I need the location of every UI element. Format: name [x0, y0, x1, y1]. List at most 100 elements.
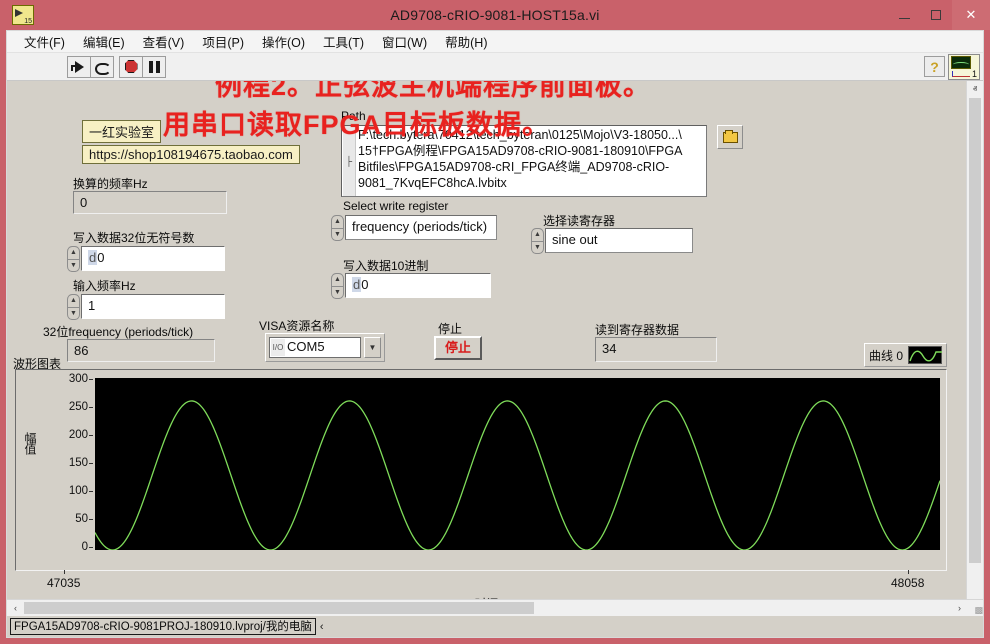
register-read-data-indicator: 34 — [595, 337, 717, 362]
vi-connector-icon[interactable]: 1 — [948, 54, 980, 80]
client-area: 文件(F) 编辑(E) 查看(V) 项目(P) 操作(O) 工具(T) 窗口(W… — [6, 30, 984, 638]
scope-glyph-icon — [951, 56, 971, 69]
chart-plot-area[interactable] — [95, 378, 940, 550]
path-browse-button[interactable] — [717, 125, 743, 149]
run-arrow-icon — [75, 61, 84, 73]
scroll-thumb-vertical[interactable] — [969, 98, 981, 563]
scroll-track-horizontal[interactable] — [24, 600, 951, 616]
run-continuously-button[interactable] — [90, 56, 114, 78]
y-tick-200: 200 — [69, 429, 88, 441]
chart-legend[interactable]: 曲线 0 — [864, 343, 947, 367]
input-freq-label: 输入频率Hz — [73, 277, 136, 294]
input-freq-input[interactable]: 1 — [81, 294, 225, 319]
menu-window[interactable]: 窗口(W) — [373, 30, 436, 53]
waveform-chart[interactable]: 幅值 300 250 200 150 100 50 0 — [15, 369, 947, 571]
pause-button[interactable] — [142, 56, 166, 78]
context-help-button[interactable]: ? — [924, 56, 945, 77]
visa-resource-combo[interactable]: I/O COM5 ▼ — [265, 333, 385, 362]
stop-button[interactable]: 停止 — [434, 336, 482, 360]
y-tick-150: 150 — [69, 457, 88, 469]
scroll-track-vertical[interactable] — [967, 98, 983, 582]
run-controls-group — [67, 56, 165, 78]
front-panel: 例程2。正弦波主机端程序前面板。 用串口读取FPGA目标板数据。 一红实验室 h… — [7, 81, 966, 599]
visa-resource-label: VISA资源名称 — [259, 317, 334, 334]
chart-y-axis-label: 幅值 — [22, 432, 39, 454]
wires-glyph-icon — [952, 71, 970, 77]
write-data-u32-label: 写入数据32位无符号数 — [73, 229, 194, 246]
scroll-down-arrow-icon[interactable]: ⱟ — [967, 582, 983, 599]
select-write-register-label: Select write register — [343, 199, 448, 213]
labview-window: AD9708-cRIO-9081-HOST15a.vi ✕ 文件(F) 编辑(E… — [0, 0, 990, 644]
minimize-button[interactable] — [888, 0, 920, 30]
scroll-thumb-horizontal[interactable] — [24, 602, 534, 614]
visa-resource-value[interactable]: I/O COM5 — [269, 337, 361, 358]
menu-tools[interactable]: 工具(T) — [314, 30, 373, 53]
path-control[interactable]: ├ F:\tech.bytera\70412\tech_byteran\0125… — [341, 125, 707, 197]
write-data-u32-input[interactable]: d0 — [81, 246, 225, 271]
status-collapse-arrow-icon[interactable]: ‹ — [320, 621, 324, 633]
menu-project[interactable]: 项目(P) — [193, 30, 253, 53]
scroll-right-arrow-icon[interactable]: › — [951, 600, 968, 616]
write-data-u32-stepper[interactable]: ▲ ▼ — [67, 246, 80, 272]
annotation-line-1: 例程2。正弦波主机端程序前面板。 — [215, 81, 651, 103]
menu-help[interactable]: 帮助(H) — [436, 30, 496, 53]
y-tick-250: 250 — [69, 401, 88, 413]
y-tick-300: 300 — [69, 373, 88, 385]
panel-horizontal-scrollbar[interactable]: ‹ › ▩ — [7, 599, 983, 616]
path-label: Path — [341, 109, 366, 123]
write-data-dec-input[interactable]: d0 — [345, 273, 491, 298]
select-read-register-ring[interactable]: sine out — [545, 228, 693, 253]
input-freq-stepper[interactable]: ▲ ▼ — [67, 294, 80, 320]
folder-icon — [723, 132, 738, 143]
menu-file[interactable]: 文件(F) — [15, 30, 74, 53]
tool-bar: ? 1 — [7, 53, 983, 81]
window-buttons: ✕ — [888, 0, 990, 30]
title-bar: AD9708-cRIO-9081-HOST15a.vi ✕ — [0, 0, 990, 30]
window-title: AD9708-cRIO-9081-HOST15a.vi — [0, 7, 990, 23]
status-bar: FPGA15AD9708-cRIO-9081PROJ-180910.lvproj… — [7, 616, 983, 637]
abort-execution-icon — [125, 60, 138, 73]
panel-vertical-scrollbar[interactable]: ⱏ ⱟ — [966, 81, 983, 599]
select-read-register-stepper[interactable]: ▲ ▼ — [531, 228, 544, 254]
lab-name-label: 一红实验室 — [82, 120, 161, 143]
write-data-dec-value: 0 — [361, 277, 368, 292]
write-data-dec-label: 写入数据10进制 — [343, 257, 428, 274]
run-continuously-icon — [95, 61, 109, 73]
scroll-left-arrow-icon[interactable]: ‹ — [7, 600, 24, 616]
write-data-u32-value: 0 — [97, 250, 104, 265]
close-button[interactable]: ✕ — [952, 0, 990, 30]
run-button[interactable] — [67, 56, 91, 78]
pause-icon — [149, 61, 160, 73]
abort-execution-button[interactable] — [119, 56, 143, 78]
vi-icon-number: 1 — [972, 69, 977, 79]
scroll-up-arrow-icon[interactable]: ⱏ — [967, 81, 983, 98]
converted-freq-indicator: 0 — [73, 191, 227, 214]
register-read-data-label: 读到寄存器数据 — [595, 321, 679, 338]
panel-wrapper: 例程2。正弦波主机端程序前面板。 用串口读取FPGA目标板数据。 一红实验室 h… — [7, 81, 983, 599]
path-terminal-icon: ├ — [343, 126, 356, 196]
vi-icon — [12, 5, 34, 25]
radix-indicator-dec: d — [352, 277, 361, 292]
menu-operate[interactable]: 操作(O) — [253, 30, 314, 53]
converted-freq-label: 换算的频率Hz — [73, 175, 148, 192]
select-write-register-stepper[interactable]: ▲ ▼ — [331, 215, 344, 241]
y-tick-100: 100 — [69, 485, 88, 497]
freq32-indicator: 86 — [67, 339, 215, 362]
visa-terminal-icon: I/O — [271, 339, 285, 356]
y-tick-50: 50 — [75, 513, 88, 525]
y-tick-0: 0 — [82, 541, 88, 553]
freq32-label: 32位frequency (periods/tick) — [43, 323, 193, 340]
write-data-dec-stepper[interactable]: ▲ ▼ — [331, 273, 344, 299]
legend-plot-name: 曲线 0 — [869, 347, 903, 364]
menu-bar: 文件(F) 编辑(E) 查看(V) 项目(P) 操作(O) 工具(T) 窗口(W… — [7, 31, 983, 53]
path-value: F:\tech.bytera\70412\tech_byteran\0125\M… — [358, 127, 704, 191]
select-write-register-ring[interactable]: frequency (periods/tick) — [345, 215, 497, 240]
menu-view[interactable]: 查看(V) — [134, 30, 194, 53]
visa-dropdown-arrow-icon[interactable]: ▼ — [364, 337, 381, 358]
resize-grip-icon[interactable]: ▩ — [968, 600, 983, 616]
visa-resource-text: COM5 — [287, 339, 325, 354]
maximize-button[interactable] — [920, 0, 952, 30]
stop-label: 停止 — [438, 320, 462, 337]
menu-edit[interactable]: 编辑(E) — [74, 30, 134, 53]
select-read-register-label: 选择读寄存器 — [543, 212, 615, 229]
